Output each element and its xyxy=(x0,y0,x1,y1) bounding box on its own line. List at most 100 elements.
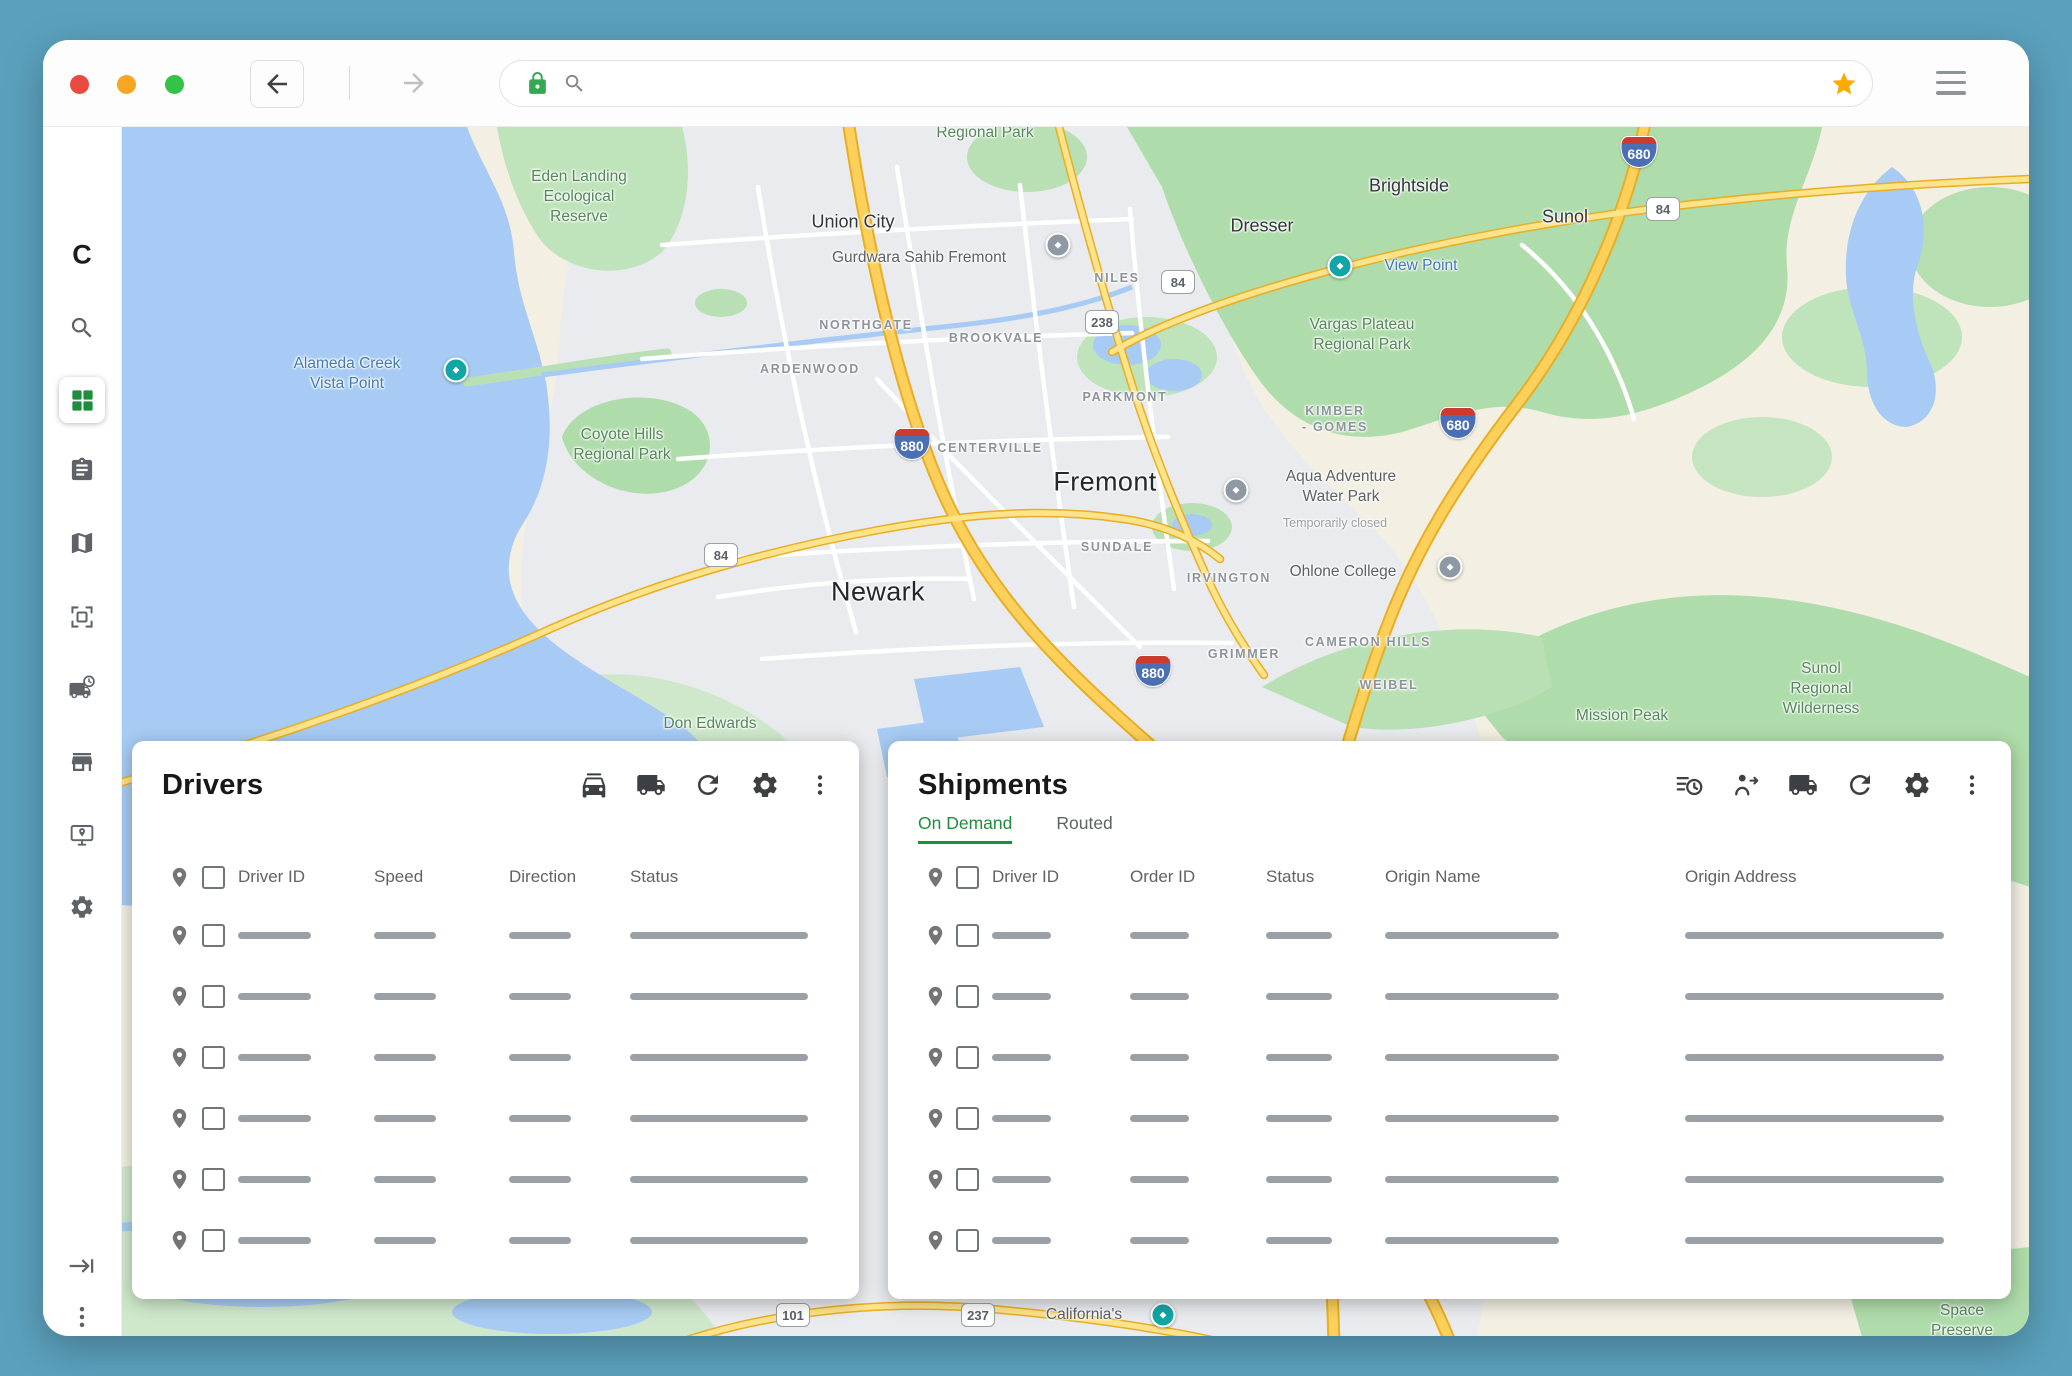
location-pin-icon[interactable] xyxy=(168,1107,202,1130)
sidebar-fleet-schedule-icon[interactable] xyxy=(69,676,96,703)
location-pin-icon[interactable] xyxy=(924,1229,956,1252)
placeholder-bar xyxy=(238,1054,311,1061)
more-menu-icon[interactable] xyxy=(807,772,833,798)
shipments-table-body xyxy=(888,905,2011,1271)
row-checkbox[interactable] xyxy=(202,1046,225,1069)
sidebar-tasks-icon[interactable] xyxy=(69,457,96,484)
row-checkbox[interactable] xyxy=(956,1046,979,1069)
sidebar-search-icon[interactable] xyxy=(69,315,96,342)
row-checkbox[interactable] xyxy=(956,1107,979,1130)
table-row[interactable] xyxy=(132,1149,859,1210)
browser-menu-icon[interactable] xyxy=(1936,71,1966,95)
drivers-panel-header: Drivers xyxy=(162,761,833,809)
placeholder-bar xyxy=(1266,1176,1332,1183)
placeholder-bar xyxy=(1266,1115,1332,1122)
row-checkbox[interactable] xyxy=(956,924,979,947)
pending-history-icon[interactable] xyxy=(1674,770,1704,800)
placeholder-bar xyxy=(374,1054,436,1061)
placeholder-bar xyxy=(1130,932,1189,939)
location-pin-icon[interactable] xyxy=(924,924,956,947)
back-button[interactable] xyxy=(250,60,304,108)
placeholder-bar xyxy=(1130,1237,1189,1244)
collapse-sidebar-icon[interactable] xyxy=(69,1253,96,1280)
row-checkbox[interactable] xyxy=(202,1229,225,1252)
location-pin-icon[interactable] xyxy=(168,1168,202,1191)
placeholder-bar xyxy=(374,993,436,1000)
row-checkbox[interactable] xyxy=(202,1168,225,1191)
map-label: ARDENWOOD xyxy=(760,361,860,377)
sidebar-store-icon[interactable] xyxy=(69,749,96,776)
map-label: Temporarily closed xyxy=(1283,515,1387,531)
map-poi-icon[interactable] xyxy=(1151,1303,1176,1328)
map-label: Mission Peak xyxy=(1576,706,1668,726)
select-all-checkbox[interactable] xyxy=(202,866,225,889)
location-pin-icon[interactable] xyxy=(924,1046,956,1069)
map-poi-icon[interactable] xyxy=(1046,233,1071,258)
url-input[interactable] xyxy=(600,73,1816,95)
select-all-checkbox[interactable] xyxy=(956,866,979,889)
row-checkbox[interactable] xyxy=(202,1107,225,1130)
location-pin-icon[interactable] xyxy=(168,1046,202,1069)
tab-on-demand[interactable]: On Demand xyxy=(918,813,1012,844)
map-poi-icon[interactable] xyxy=(1438,555,1463,580)
table-row[interactable] xyxy=(888,1088,2011,1149)
table-row[interactable] xyxy=(888,966,2011,1027)
location-pin-icon[interactable] xyxy=(168,924,202,947)
row-checkbox[interactable] xyxy=(202,985,225,1008)
settings-icon[interactable] xyxy=(1902,770,1932,800)
table-row[interactable] xyxy=(888,1210,2011,1271)
placeholder-bar xyxy=(630,1115,808,1122)
table-row[interactable] xyxy=(132,1088,859,1149)
map-poi-icon[interactable] xyxy=(444,358,469,383)
table-row[interactable] xyxy=(888,905,2011,966)
row-checkbox[interactable] xyxy=(956,1229,979,1252)
zoom-window-button[interactable] xyxy=(165,75,184,94)
sidebar-map-icon[interactable] xyxy=(69,530,96,557)
refresh-icon[interactable] xyxy=(1845,770,1875,800)
table-row[interactable] xyxy=(132,905,859,966)
row-checkbox[interactable] xyxy=(956,1168,979,1191)
truck-icon[interactable] xyxy=(1788,770,1818,800)
table-row[interactable] xyxy=(888,1149,2011,1210)
map-label: View Point xyxy=(1385,256,1458,276)
map-poi-icon[interactable] xyxy=(1224,478,1249,503)
location-pin-icon[interactable] xyxy=(168,985,202,1008)
placeholder-bar xyxy=(1266,993,1332,1000)
vehicle-icon[interactable] xyxy=(579,770,609,800)
map-poi-icon[interactable] xyxy=(1328,254,1353,279)
map-label: Union City xyxy=(811,210,894,233)
location-pin-icon[interactable] xyxy=(924,1107,956,1130)
tab-routed[interactable]: Routed xyxy=(1056,813,1112,844)
truck-icon[interactable] xyxy=(636,770,666,800)
bookmark-star-icon[interactable] xyxy=(1830,70,1858,98)
minimize-window-button[interactable] xyxy=(117,75,136,94)
table-row[interactable] xyxy=(132,1210,859,1271)
sidebar-scan-icon[interactable] xyxy=(69,604,96,631)
sidebar-device-location-icon[interactable] xyxy=(69,822,96,849)
location-pin-icon[interactable] xyxy=(168,1229,202,1252)
map-label: NILES xyxy=(1094,270,1139,286)
table-row[interactable] xyxy=(888,1027,2011,1088)
placeholder-bar xyxy=(630,1237,808,1244)
close-window-button[interactable] xyxy=(70,75,89,94)
sidebar-dashboard-icon[interactable] xyxy=(59,377,105,423)
sidebar-settings-icon[interactable] xyxy=(69,894,96,921)
sidebar-more-icon[interactable] xyxy=(69,1304,96,1331)
forward-button[interactable] xyxy=(389,60,439,106)
location-pin-icon[interactable] xyxy=(924,985,956,1008)
route-shield: 84 xyxy=(1646,197,1680,221)
browser-toolbar xyxy=(43,40,2029,127)
table-row[interactable] xyxy=(132,1027,859,1088)
address-bar[interactable] xyxy=(499,60,1873,107)
drivers-panel: Drivers Driver ID Speed xyxy=(132,741,859,1299)
row-checkbox[interactable] xyxy=(956,985,979,1008)
settings-icon[interactable] xyxy=(750,770,780,800)
shipments-panel-header: Shipments xyxy=(918,761,1985,809)
table-row[interactable] xyxy=(132,966,859,1027)
map-canvas[interactable]: Regional ParkEden Landing Ecological Res… xyxy=(122,127,2029,1336)
assign-driver-icon[interactable] xyxy=(1731,770,1761,800)
row-checkbox[interactable] xyxy=(202,924,225,947)
location-pin-icon[interactable] xyxy=(924,1168,956,1191)
more-menu-icon[interactable] xyxy=(1959,772,1985,798)
refresh-icon[interactable] xyxy=(693,770,723,800)
